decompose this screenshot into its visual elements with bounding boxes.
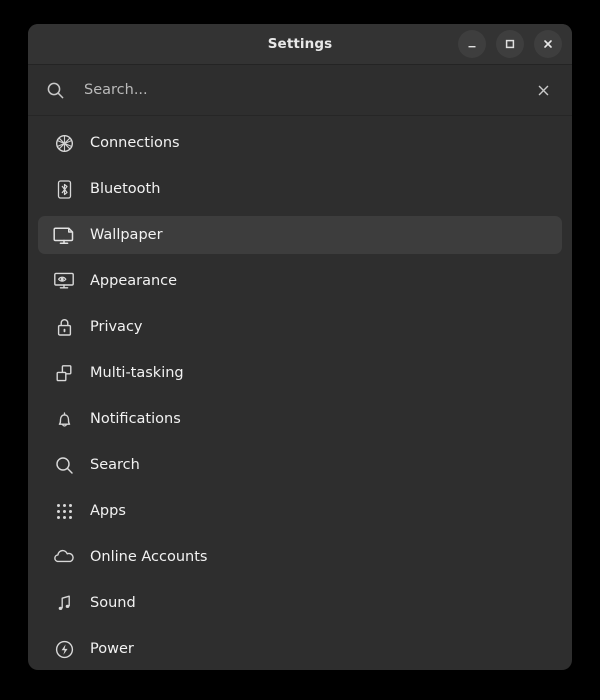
search-bar[interactable] [28, 65, 572, 116]
grid-dots-icon [52, 499, 76, 523]
sidebar-item-label: Wallpaper [90, 227, 163, 243]
sidebar-item-label: Multi-tasking [90, 365, 184, 381]
sidebar-item-appearance[interactable]: Appearance [38, 262, 562, 300]
close-icon [544, 40, 552, 48]
cloud-icon [52, 545, 76, 569]
minimize-button[interactable] [458, 30, 486, 58]
sidebar-item-label: Appearance [90, 273, 178, 289]
power-bolt-icon [52, 637, 76, 661]
maximize-button[interactable] [496, 30, 524, 58]
sidebar-item-search[interactable]: Search [38, 446, 562, 484]
lock-icon [52, 315, 76, 339]
titlebar: Settings [28, 24, 572, 65]
sidebar-item-privacy[interactable]: Privacy [38, 308, 562, 346]
close-button[interactable] [534, 30, 562, 58]
music-note-icon [52, 591, 76, 615]
sidebar-item-label: Sound [90, 595, 136, 611]
sidebar-item-apps[interactable]: Apps [38, 492, 562, 530]
sidebar-item-multi-tasking[interactable]: Multi-tasking [38, 354, 562, 392]
settings-window: Settings Search... Connections Bluetooth… [28, 24, 572, 670]
search-icon [44, 79, 66, 101]
sidebar-item-label: Connections [90, 135, 180, 151]
windows-stack-icon [52, 361, 76, 385]
window-controls [458, 24, 562, 64]
sidebar-item-bluetooth[interactable]: Bluetooth [38, 170, 562, 208]
bell-icon [52, 407, 76, 431]
window-title: Settings [267, 36, 333, 52]
maximize-icon [505, 39, 515, 49]
monitor-eye-icon [52, 269, 76, 293]
sidebar-item-label: Privacy [90, 319, 143, 335]
sidebar-item-connections[interactable]: Connections [38, 124, 562, 162]
bluetooth-icon [52, 177, 76, 201]
sidebar-item-label: Bluetooth [90, 181, 161, 197]
search-input[interactable] [84, 82, 532, 98]
sidebar-item-sound[interactable]: Sound [38, 584, 562, 622]
settings-list: Connections Bluetooth Wallpaper Appearan… [28, 116, 572, 670]
sidebar-item-label: Online Accounts [90, 549, 208, 565]
sidebar-item-label: Notifications [90, 411, 181, 427]
search-icon [52, 453, 76, 477]
sidebar-item-online-accounts[interactable]: Online Accounts [38, 538, 562, 576]
globe-network-icon [52, 131, 76, 155]
sidebar-item-label: Search [90, 457, 140, 473]
sidebar-item-label: Power [90, 641, 134, 657]
minimize-icon [468, 46, 476, 48]
sidebar-item-notifications[interactable]: Notifications [38, 400, 562, 438]
clear-search-icon[interactable] [532, 79, 554, 101]
sidebar-item-wallpaper[interactable]: Wallpaper [38, 216, 562, 254]
monitor-image-icon [52, 223, 76, 247]
sidebar-item-label: Apps [90, 503, 126, 519]
sidebar-item-power[interactable]: Power [38, 630, 562, 668]
